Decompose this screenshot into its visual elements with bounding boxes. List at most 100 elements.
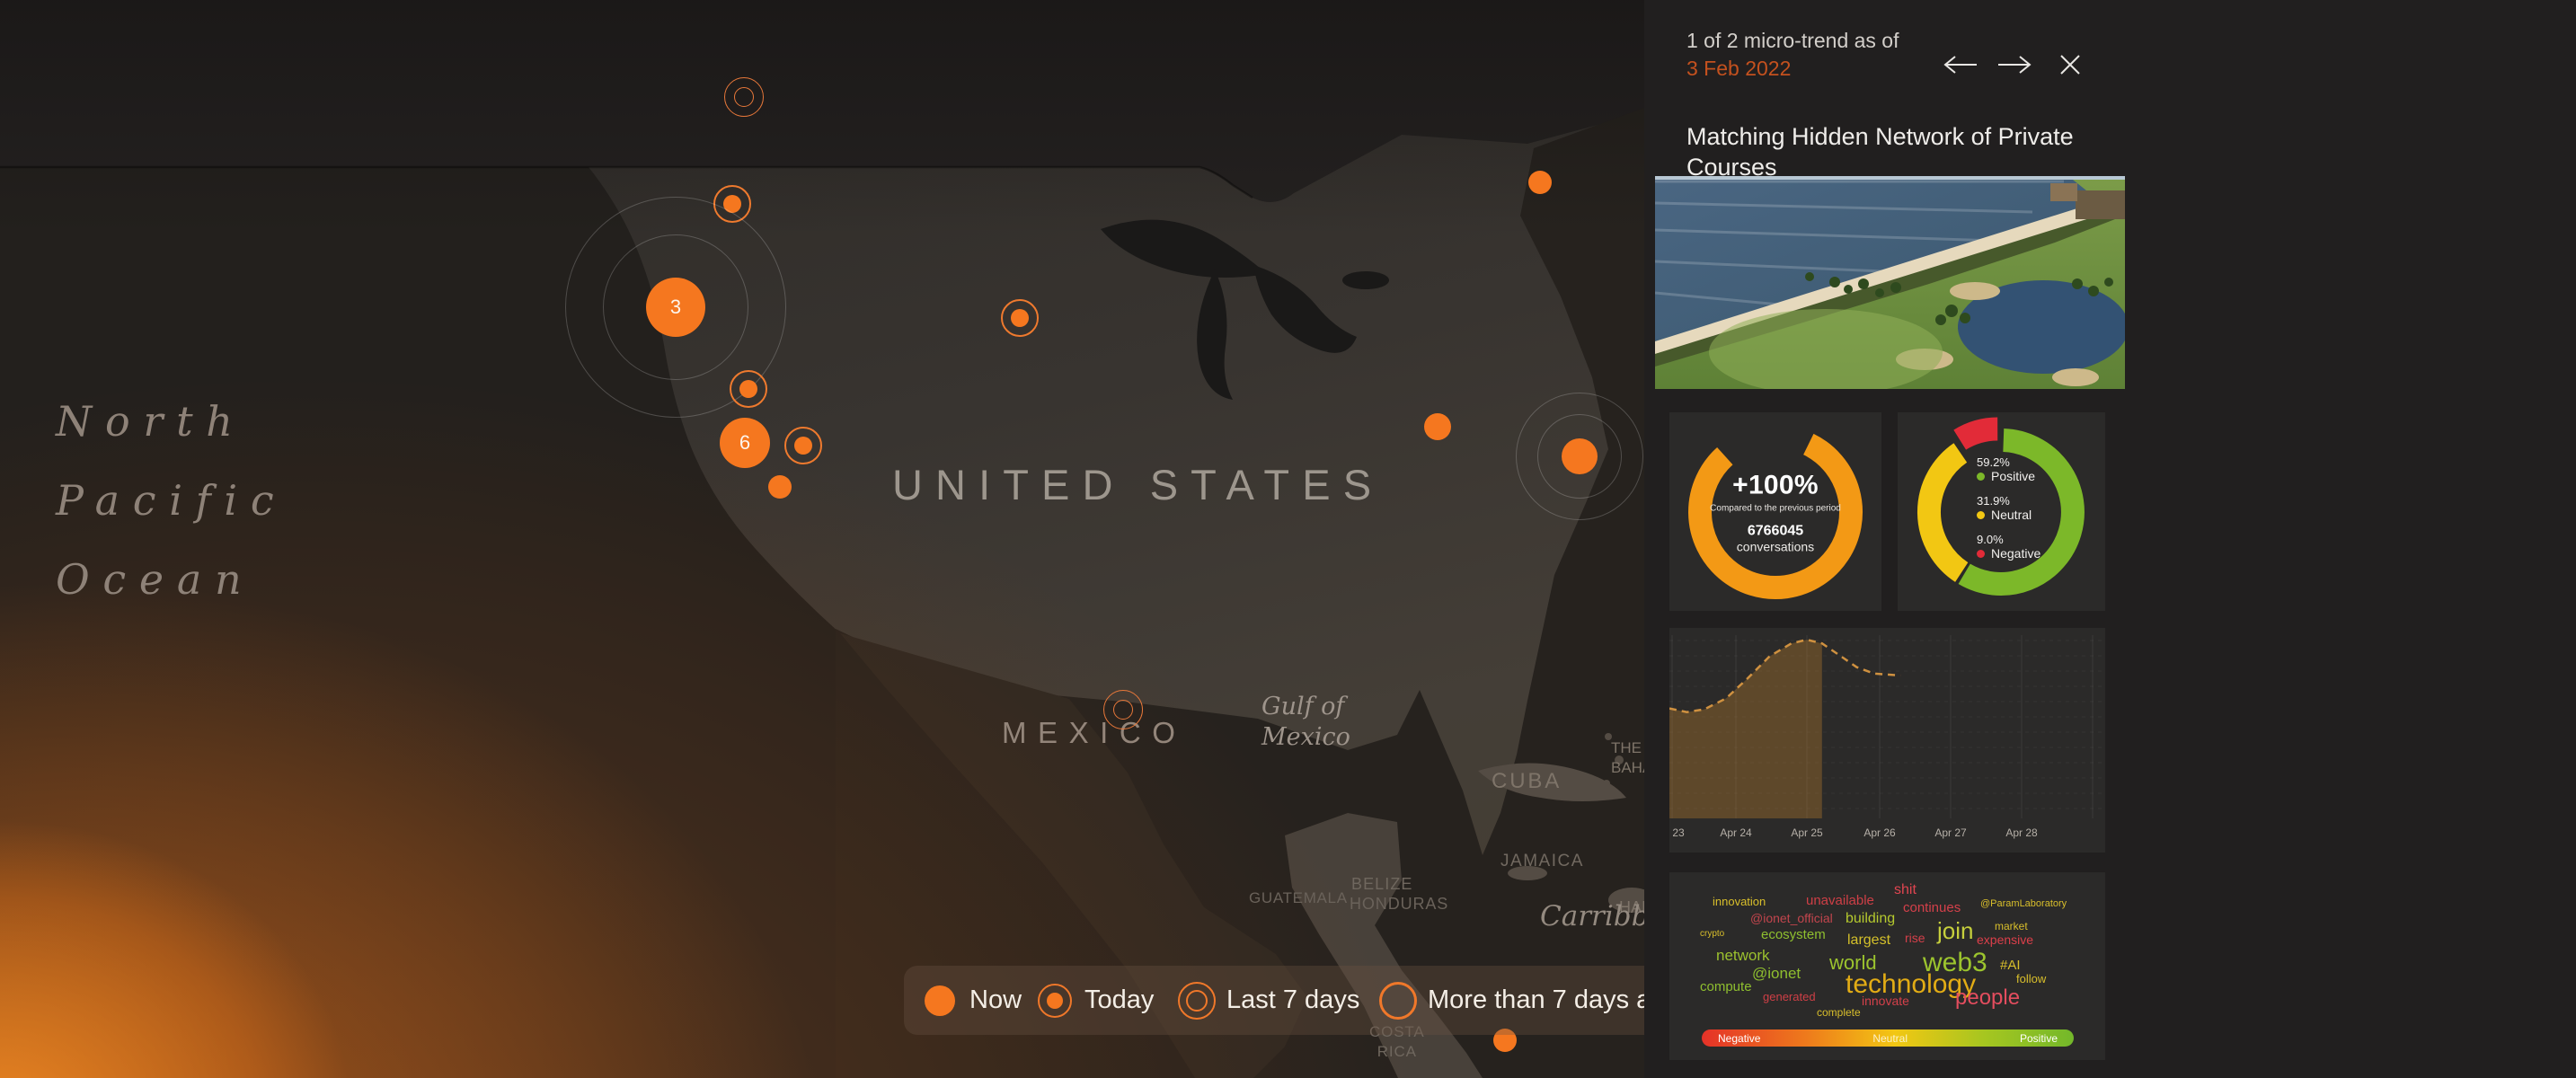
marker-dot bbox=[768, 475, 792, 499]
svg-text:23: 23 bbox=[1672, 826, 1685, 839]
legend-item-more7[interactable]: More than 7 days ago bbox=[1380, 966, 1680, 1035]
wordcloud-word[interactable]: @ionet_official bbox=[1750, 912, 1833, 924]
bar-neutral-label: Neutral bbox=[1872, 1032, 1908, 1045]
sentiment-legend-row: 31.9% Neutral bbox=[1977, 494, 2040, 522]
legend-item-label: Last 7 days bbox=[1226, 985, 1359, 1015]
wordcloud-word[interactable]: follow bbox=[2016, 973, 2046, 985]
sentiment-dot bbox=[1977, 473, 1985, 481]
legend-item-label: Today bbox=[1084, 985, 1154, 1015]
trend-line-card: 23 Apr 24 Apr 25 Apr 26 Apr 27 Apr 28 bbox=[1669, 628, 2105, 853]
wordcloud-word[interactable]: largest bbox=[1847, 933, 1890, 948]
growth-donut-center: +100% Compared to the previous period 67… bbox=[1708, 470, 1843, 553]
conversations-count: 6766045 bbox=[1708, 523, 1843, 539]
legend-today-dot bbox=[1047, 993, 1063, 1009]
bar-positive-label: Positive bbox=[2020, 1032, 2058, 1045]
sentiment-dot bbox=[1977, 550, 1985, 558]
conversations-label: conversations bbox=[1708, 539, 1843, 553]
map-marker-now[interactable] bbox=[1528, 171, 1552, 194]
sentiment-legend-row: 9.0% Negative bbox=[1977, 533, 2040, 561]
svg-text:Apr 28: Apr 28 bbox=[2005, 826, 2038, 839]
map-marker-now[interactable] bbox=[768, 475, 792, 499]
golf-course-image bbox=[1655, 176, 2125, 389]
svg-text:Apr 25: Apr 25 bbox=[1791, 826, 1823, 839]
wordcloud-word[interactable]: compute bbox=[1700, 980, 1752, 994]
legend-item-label: More than 7 days ago bbox=[1428, 985, 1680, 1015]
marker-dot bbox=[1011, 309, 1029, 327]
map-marker-big[interactable] bbox=[1562, 438, 1598, 474]
marker-dot bbox=[739, 380, 757, 398]
prev-trend-button[interactable] bbox=[1941, 54, 1978, 75]
growth-compare-text: Compared to the previous period bbox=[1708, 502, 1843, 514]
marker-cluster-count: 3 bbox=[646, 278, 705, 337]
growth-donut-card: +100% Compared to the previous period 67… bbox=[1669, 412, 1881, 611]
sentiment-gradient-bar: Negative Neutral Positive bbox=[1702, 1029, 2074, 1047]
wordcloud-word[interactable]: rise bbox=[1905, 932, 1925, 944]
map-legend: Now Today Last 7 days More than 7 days ago bbox=[904, 966, 1695, 1035]
trend-photo bbox=[1655, 176, 2125, 389]
bar-negative-label: Negative bbox=[1718, 1032, 1760, 1045]
trend-title: Matching Hidden Network of Private Cours… bbox=[1686, 121, 2118, 182]
marker-dot bbox=[1562, 438, 1598, 474]
sentiment-pct: 9.0% bbox=[1977, 533, 2040, 546]
sentiment-pct: 31.9% bbox=[1977, 494, 2040, 508]
legend-item-last7[interactable]: Last 7 days bbox=[1179, 966, 1359, 1035]
marker-cluster-count: 6 bbox=[720, 418, 770, 468]
marker-dot bbox=[1528, 171, 1552, 194]
wordcloud-word[interactable]: join bbox=[1937, 919, 1973, 942]
svg-text:Apr 26: Apr 26 bbox=[1863, 826, 1896, 839]
legend-more7-icon bbox=[1379, 982, 1417, 1020]
wordcloud-word[interactable]: people bbox=[1955, 987, 2020, 1009]
svg-text:Apr 24: Apr 24 bbox=[1720, 826, 1752, 839]
sentiment-donut-card: 59.2% Positive 31.9% Neutral 9.0% Negati… bbox=[1898, 412, 2105, 611]
sentiment-dot bbox=[1977, 511, 1985, 519]
next-trend-button[interactable] bbox=[1996, 54, 2034, 75]
wordcloud-word[interactable]: continues bbox=[1903, 901, 1961, 915]
marker-dot bbox=[1424, 413, 1451, 440]
wordcloud-word[interactable]: ecosystem bbox=[1761, 928, 1826, 941]
trend-panel: 1 of 2 micro-trend as of 3 Feb 2022 Matc… bbox=[1644, 0, 2576, 1078]
legend-item-today[interactable]: Today bbox=[1037, 966, 1154, 1035]
trend-counter-text: 1 of 2 micro-trend as of bbox=[1686, 27, 2109, 55]
map-marker-now[interactable] bbox=[1424, 413, 1451, 440]
map-marker-last7[interactable] bbox=[1102, 689, 1144, 730]
wordcloud-word[interactable]: crypto bbox=[1700, 930, 1724, 939]
sentiment-pct: 59.2% bbox=[1977, 455, 2040, 469]
map-marker-last7[interactable] bbox=[723, 76, 765, 118]
legend-item-now[interactable]: Now bbox=[922, 966, 1022, 1035]
legend-last7-inner bbox=[1186, 990, 1208, 1012]
wordcloud-word[interactable]: #AI bbox=[2000, 959, 2021, 972]
wordcloud-word[interactable]: expensive bbox=[1977, 933, 2033, 946]
map-marker-today[interactable] bbox=[1001, 299, 1039, 337]
legend-now-icon bbox=[925, 985, 955, 1016]
trend-line-chart: 23 Apr 24 Apr 25 Apr 26 Apr 27 Apr 28 bbox=[1669, 628, 2105, 853]
wordcloud-word[interactable]: market bbox=[1995, 921, 2028, 932]
wordcloud-word[interactable]: building bbox=[1846, 912, 1895, 926]
wordcloud-word[interactable]: unavailable bbox=[1806, 894, 1874, 907]
map-marker-cluster[interactable]: 6 bbox=[720, 418, 770, 468]
wordcloud-word[interactable]: shit bbox=[1894, 883, 1917, 897]
wordcloud-word[interactable]: @ParamLaboratory bbox=[1980, 899, 2067, 909]
growth-value: +100% bbox=[1708, 470, 1843, 500]
wordcloud-word[interactable]: innovate bbox=[1862, 994, 1909, 1007]
map-marker-today[interactable] bbox=[730, 370, 767, 408]
wordcloud-word[interactable]: complete bbox=[1817, 1007, 1861, 1018]
close-panel-button[interactable] bbox=[2058, 52, 2083, 77]
marker-dot bbox=[794, 437, 812, 455]
sentiment-label: Neutral bbox=[1991, 508, 2032, 522]
map-marker-cluster[interactable]: 3 bbox=[646, 278, 705, 337]
sentiment-label: Positive bbox=[1991, 469, 2035, 483]
wordcloud-word[interactable]: generated bbox=[1763, 991, 1816, 1003]
sentiment-legend: 59.2% Positive 31.9% Neutral 9.0% Negati… bbox=[1977, 455, 2040, 571]
wordcloud-word[interactable]: @ionet bbox=[1752, 966, 1801, 981]
map-marker-today[interactable] bbox=[784, 427, 822, 464]
svg-text:Apr 27: Apr 27 bbox=[1934, 826, 1967, 839]
marker-inner-ring bbox=[734, 87, 754, 107]
wordcloud-word[interactable]: network bbox=[1716, 948, 1770, 963]
app: North Pacific Ocean UNITED STATES MEXICO… bbox=[0, 0, 2576, 1078]
sentiment-label: Negative bbox=[1991, 546, 2040, 561]
wordcloud-card: innovation unavailable shit continues @Param… bbox=[1669, 872, 2105, 1060]
marker-inner-ring bbox=[1113, 700, 1133, 720]
sentiment-legend-row: 59.2% Positive bbox=[1977, 455, 2040, 483]
legend-item-label: Now bbox=[969, 985, 1022, 1015]
wordcloud-word[interactable]: innovation bbox=[1713, 896, 1766, 907]
